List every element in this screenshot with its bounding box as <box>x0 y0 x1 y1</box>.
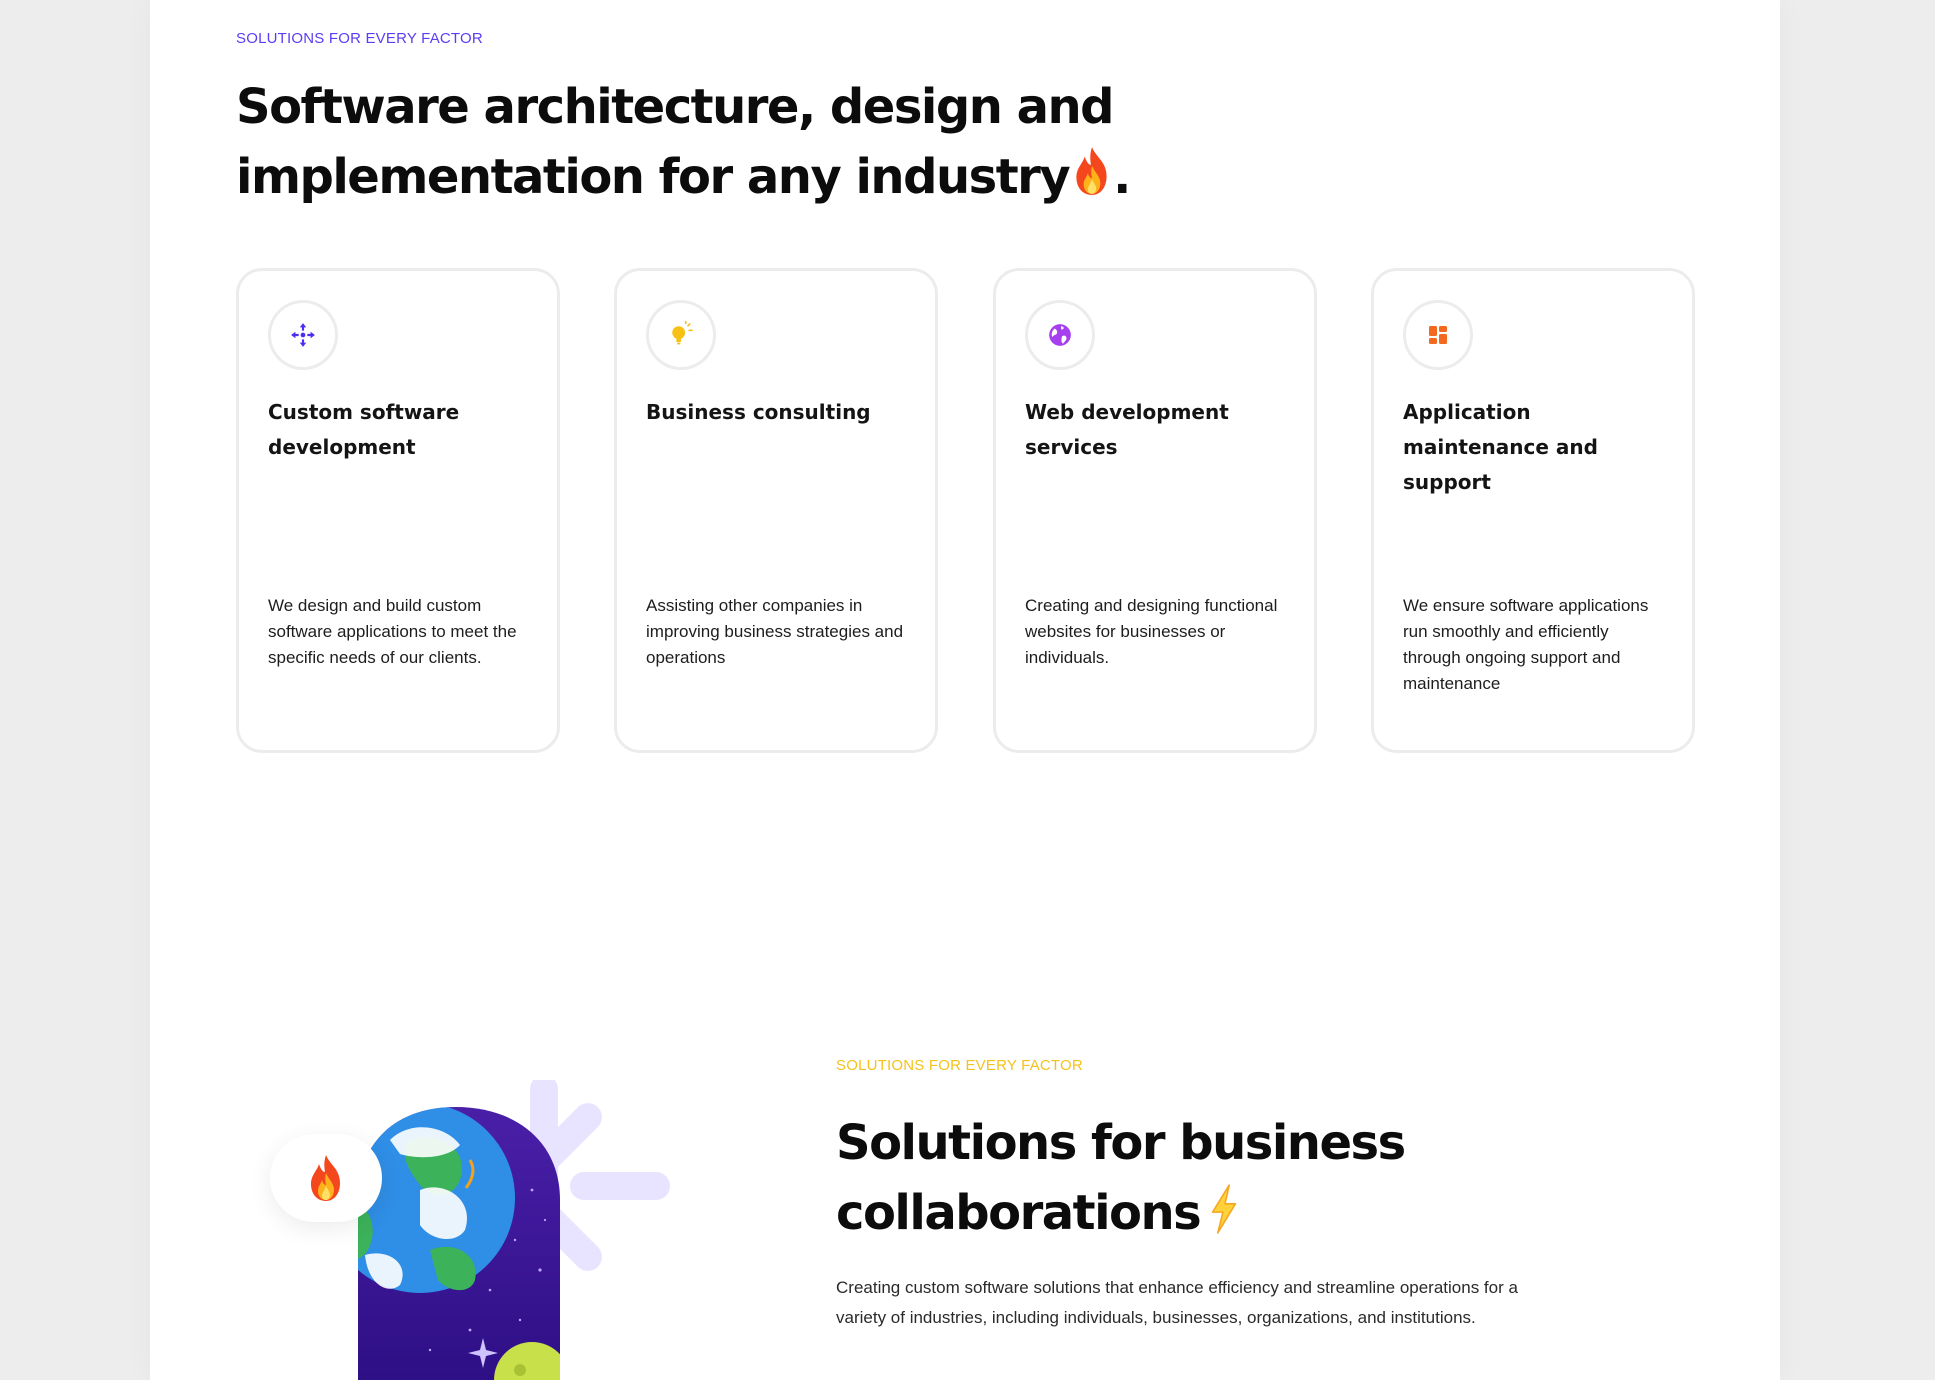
dashboard-grid-icon <box>1429 326 1447 344</box>
card-description: We design and build custom software appl… <box>268 596 517 667</box>
section2-description: Creating custom software solutions that … <box>836 1278 1518 1327</box>
fire-emoji-icon <box>1076 147 1107 195</box>
card-icon-wrapper <box>1025 300 1095 370</box>
card-icon-wrapper <box>1403 300 1473 370</box>
headline-text: Software architecture, design and implem… <box>236 79 1115 205</box>
page-container: SOLUTIONS FOR EVERY FACTOR Software arch… <box>150 0 1780 1380</box>
section2-eyebrow: SOLUTIONS FOR EVERY FACTOR <box>836 1057 1083 1074</box>
card-description: Creating and designing functional websit… <box>1025 596 1278 667</box>
service-card-app-maintenance[interactable]: Application maintenance and support We e… <box>1371 268 1695 753</box>
fire-bubble <box>270 1134 382 1222</box>
services-card-list: Custom software development We design an… <box>236 268 1696 753</box>
card-icon-wrapper <box>646 300 716 370</box>
globe-icon <box>1049 324 1071 346</box>
card-description: We ensure software applications run smoo… <box>1403 596 1649 693</box>
card-icon-wrapper <box>268 300 338 370</box>
section-headline: Software architecture, design and implem… <box>236 72 1236 212</box>
illustration-graphic <box>358 1080 670 1380</box>
headline-suffix: . <box>1113 149 1131 205</box>
fire-emoji-icon <box>311 1155 340 1201</box>
move-arrows-icon <box>291 323 315 347</box>
service-card-business-consulting[interactable]: Business consulting Assisting other comp… <box>614 268 938 753</box>
card-title: Web development services <box>1025 400 1229 459</box>
card-description: Assisting other companies in improving b… <box>646 596 904 667</box>
service-card-web-development[interactable]: Web development services Creating and de… <box>993 268 1317 753</box>
card-title: Application maintenance and support <box>1403 400 1598 494</box>
card-title: Business consulting <box>646 400 871 424</box>
lightbulb-icon <box>672 321 693 345</box>
section-eyebrow: SOLUTIONS FOR EVERY FACTOR <box>236 30 483 47</box>
headline2-text: Solutions for business collaborations <box>836 1115 1406 1241</box>
card-title: Custom software development <box>268 400 460 459</box>
section2-headline: Solutions for business collaborations <box>836 1108 1536 1248</box>
space-planet-illustration <box>270 1080 690 1380</box>
service-card-custom-software[interactable]: Custom software development We design an… <box>236 268 560 753</box>
lightning-emoji-icon <box>1212 1184 1237 1234</box>
